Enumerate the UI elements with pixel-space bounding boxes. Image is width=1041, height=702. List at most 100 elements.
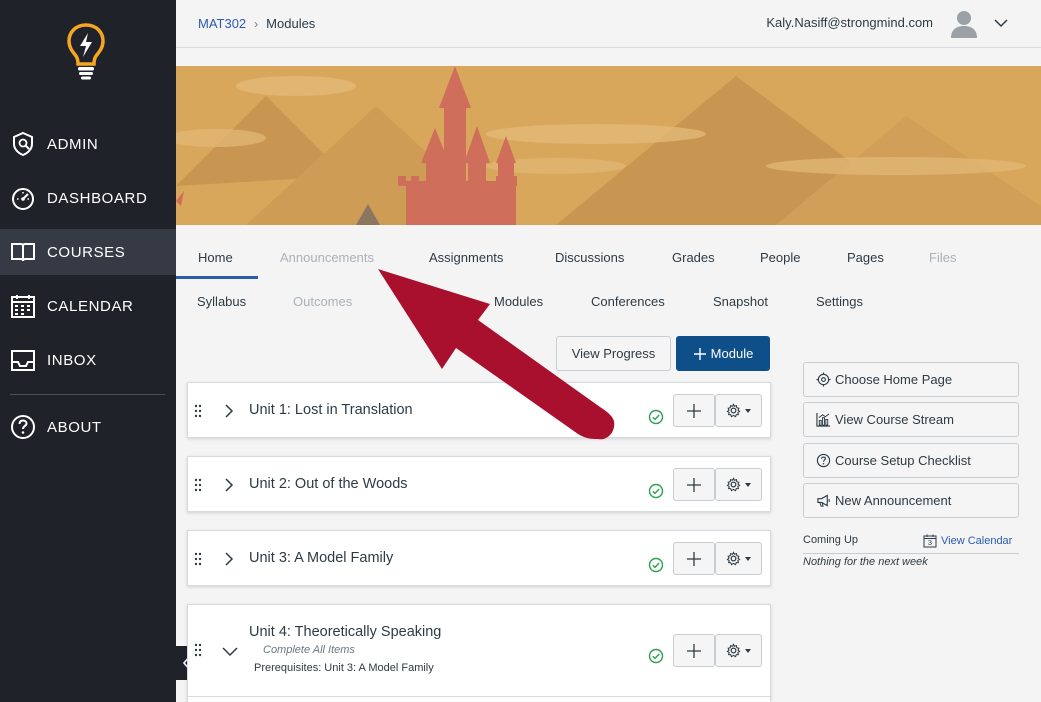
tab-modules[interactable]: Modules — [494, 294, 543, 309]
caret-down-icon — [744, 648, 751, 653]
add-module-button[interactable]: Module — [676, 336, 770, 371]
module-divider — [188, 696, 772, 697]
nav-label-dashboard: DASHBOARD — [47, 189, 148, 207]
course-setup-checklist-label: Course Setup Checklist — [835, 453, 971, 468]
nav-item-inbox[interactable]: INBOX — [0, 337, 176, 383]
nav-label-admin: ADMIN — [47, 135, 99, 153]
module-row[interactable]: Unit 3: A Model Family — [187, 530, 771, 586]
tab-grades[interactable]: Grades — [672, 250, 715, 265]
view-calendar-link[interactable]: 3 View Calendar — [923, 534, 1012, 548]
module-row[interactable]: Unit 4: Theoretically Speaking Complete … — [187, 604, 772, 702]
plus-icon — [687, 643, 701, 658]
caret-down-icon — [744, 482, 751, 487]
inbox-icon — [10, 347, 36, 373]
module-title[interactable]: Unit 2: Out of the Woods — [249, 476, 408, 492]
module-title[interactable]: Unit 1: Lost in Translation — [249, 402, 413, 418]
nav-item-dashboard[interactable]: DASHBOARD — [0, 175, 176, 221]
view-calendar-label: View Calendar — [941, 535, 1013, 547]
add-item-button[interactable] — [673, 394, 715, 427]
choose-home-page-button[interactable]: Choose Home Page — [803, 362, 1019, 397]
module-row[interactable]: Unit 2: Out of the Woods — [187, 456, 771, 512]
plus-icon — [687, 403, 701, 418]
add-item-button[interactable] — [673, 542, 715, 575]
breadcrumb-separator-icon: › — [254, 16, 259, 31]
breadcrumb-course-link[interactable]: MAT302 — [198, 16, 246, 31]
course-setup-checklist-button[interactable]: Course Setup Checklist — [803, 443, 1019, 478]
nav-label-calendar: CALENDAR — [47, 297, 134, 315]
module-title[interactable]: Unit 3: A Model Family — [249, 550, 393, 566]
module-settings-button[interactable] — [715, 542, 762, 575]
drag-handle-icon[interactable] — [194, 478, 202, 492]
global-navigation: ADMIN DASHBOARD COURSES CALENDAR INBOX A… — [0, 0, 176, 702]
breadcrumb-current: Modules — [266, 16, 316, 31]
tab-outcomes[interactable]: Outcomes — [293, 294, 352, 309]
nav-item-admin[interactable]: ADMIN — [0, 121, 176, 167]
drag-handle-icon[interactable] — [194, 643, 202, 657]
drag-handle-icon[interactable] — [194, 404, 202, 418]
avatar[interactable] — [949, 8, 979, 38]
module-requirement: Complete All Items — [263, 644, 355, 656]
choose-home-page-label: Choose Home Page — [835, 372, 953, 387]
calendar-day-number: 3 — [927, 538, 933, 547]
new-announcement-button[interactable]: New Announcement — [803, 483, 1019, 518]
tab-partial-hidden[interactable]: C — [401, 294, 410, 309]
nav-item-courses[interactable]: COURSES — [0, 229, 176, 275]
nav-item-calendar[interactable]: CALENDAR — [0, 283, 176, 329]
top-header: MAT302 › Modules Kaly.Nasiff@strongmind.… — [176, 0, 1041, 48]
chevron-right-icon[interactable] — [222, 478, 236, 492]
tab-syllabus[interactable]: Syllabus — [197, 294, 246, 309]
view-progress-button[interactable]: View Progress — [556, 336, 671, 371]
nav-divider — [10, 394, 165, 395]
active-tab-indicator — [176, 276, 258, 279]
book-icon — [10, 239, 36, 265]
tab-files[interactable]: Files — [929, 250, 956, 265]
nav-item-about[interactable]: ABOUT — [0, 404, 176, 450]
module-title[interactable]: Unit 4: Theoretically Speaking — [249, 624, 441, 640]
caret-down-icon — [744, 556, 751, 561]
chevron-down-icon[interactable] — [222, 644, 238, 658]
tab-people[interactable]: People — [760, 250, 800, 265]
tab-conferences[interactable]: Conferences — [591, 294, 665, 309]
tab-home[interactable]: Home — [198, 250, 233, 265]
user-email[interactable]: Kaly.Nasiff@strongmind.com — [766, 15, 933, 30]
add-module-label: Module — [710, 346, 754, 361]
module-settings-button[interactable] — [715, 394, 762, 427]
question-icon — [816, 453, 831, 468]
tab-pages[interactable]: Pages — [847, 250, 884, 265]
calendar-day-icon: 3 — [923, 534, 937, 548]
check-circle-icon — [648, 409, 664, 425]
view-course-stream-label: View Course Stream — [835, 412, 954, 427]
tab-settings[interactable]: Settings — [816, 294, 863, 309]
add-item-button[interactable] — [673, 468, 715, 501]
chevron-right-icon[interactable] — [222, 552, 236, 566]
nav-label-about: ABOUT — [47, 418, 102, 436]
module-settings-button[interactable] — [715, 634, 762, 667]
view-progress-label: View Progress — [571, 346, 656, 361]
tab-assignments[interactable]: Assignments — [429, 250, 503, 265]
plus-icon — [687, 477, 701, 492]
nav-label-courses: COURSES — [47, 243, 126, 261]
check-circle-icon — [648, 648, 664, 664]
shield-icon — [10, 131, 36, 157]
course-banner-image — [176, 66, 1041, 225]
nav-label-inbox: INBOX — [47, 351, 97, 369]
tab-discussions[interactable]: Discussions — [555, 250, 624, 265]
chevron-right-icon[interactable] — [222, 404, 236, 418]
coming-up-header: Coming Up 3 View Calendar — [803, 534, 1019, 554]
tab-announcements[interactable]: Announcements — [280, 250, 374, 265]
new-announcement-label: New Announcement — [835, 493, 952, 508]
module-row[interactable]: Unit 1: Lost in Translation — [187, 382, 771, 438]
check-circle-icon — [648, 483, 664, 499]
coming-up-title: Coming Up — [803, 534, 859, 546]
add-item-button[interactable] — [673, 634, 715, 667]
target-icon — [816, 372, 831, 387]
chevron-down-icon[interactable] — [993, 15, 1009, 31]
breadcrumb: MAT302 › Modules — [198, 16, 315, 31]
drag-handle-icon[interactable] — [194, 552, 202, 566]
module-prerequisites: Prerequisites: Unit 3: A Model Family — [254, 662, 434, 674]
tab-snapshot[interactable]: Snapshot — [713, 294, 768, 309]
lightbulb-logo-icon[interactable] — [66, 22, 106, 80]
check-circle-icon — [648, 557, 664, 573]
module-settings-button[interactable] — [715, 468, 762, 501]
view-course-stream-button[interactable]: View Course Stream — [803, 402, 1019, 437]
